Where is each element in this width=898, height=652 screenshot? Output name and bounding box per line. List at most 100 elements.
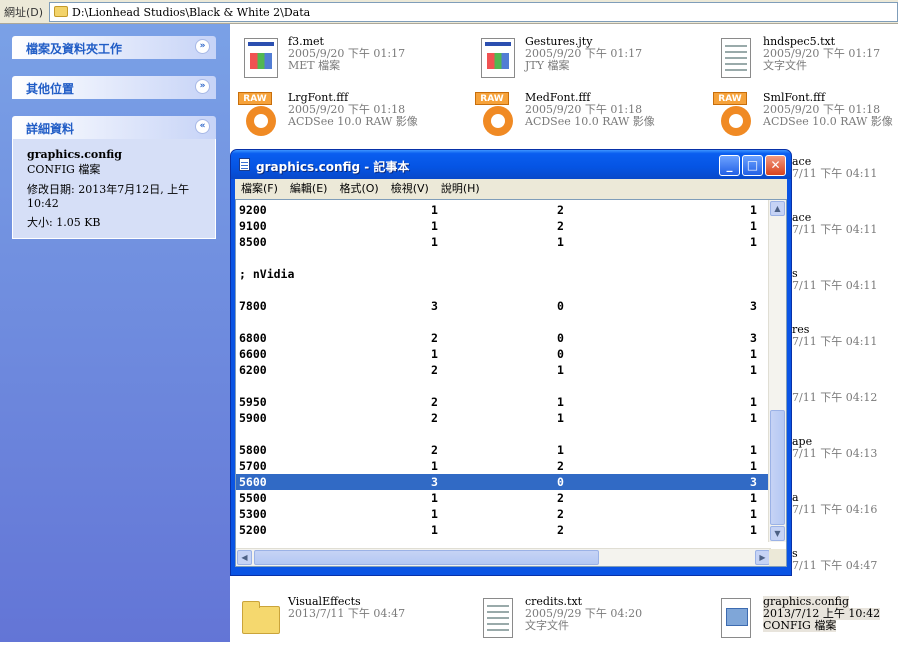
line-column-3: 3 [750, 331, 757, 345]
menu-format[interactable]: 格式(O) [339, 179, 378, 199]
menu-help[interactable]: 說明(H) [441, 179, 480, 199]
text-line[interactable]: 6600 1 0 1 [236, 346, 770, 362]
text-line[interactable]: 9100 1 2 1 [236, 218, 770, 234]
line-column-1: 1 [431, 347, 438, 361]
win-app-icon [238, 36, 282, 84]
minimize-button[interactable]: _ [719, 155, 740, 176]
line-column-2: 2 [557, 523, 564, 537]
file-date-partial: 7/11 下午 04:16 [792, 503, 878, 516]
file-item[interactable]: Gestures.jty 2005/9/20 下午 01:17 JTY 檔案 [475, 36, 695, 92]
text-line[interactable]: 5950 2 1 1 [236, 394, 770, 410]
line-column-1: 1 [431, 523, 438, 537]
address-label: 網址(D) [4, 6, 44, 19]
line-column-3: 1 [750, 459, 757, 473]
file-date: 2013/7/11 下午 04:47 [288, 607, 406, 620]
file-date-partial: 7/11 下午 04:11 [792, 167, 878, 180]
address-field[interactable]: D:\Lionhead Studios\Black & White 2\Data [49, 2, 898, 22]
scroll-right-icon[interactable]: ▶ [755, 550, 770, 565]
text-line[interactable]: 5800 2 1 1 [236, 442, 770, 458]
horizontal-scrollbar[interactable]: ◀ ▶ [236, 548, 771, 566]
text-line[interactable]: 8500 1 1 1 [236, 234, 770, 250]
file-item[interactable]: credits.txt 2005/9/29 下午 04:20 文字文件 [475, 596, 695, 652]
chevron-down-icon[interactable]: » [195, 79, 210, 94]
text-line[interactable] [236, 250, 770, 266]
maximize-button[interactable]: □ [742, 155, 763, 176]
horizontal-scroll-thumb[interactable] [254, 550, 599, 565]
line-column-3: 3 [750, 299, 757, 313]
text-line[interactable] [236, 282, 770, 298]
line-column-1: 3 [431, 475, 438, 489]
text-line[interactable]: 5500 1 2 1 [236, 490, 770, 506]
text-line[interactable]: 5200 1 2 1 [236, 522, 770, 538]
menu-edit[interactable]: 編輯(E) [290, 179, 328, 199]
text-line-selected[interactable]: 5600 3 0 3 [236, 474, 770, 490]
text-line[interactable]: 6200 2 1 1 [236, 362, 770, 378]
address-path[interactable]: D:\Lionhead Studios\Black & White 2\Data [72, 6, 310, 19]
notepad-editor[interactable]: 9200 1 2 1 9100 1 2 1 8500 1 1 1; nVidia 7800 3 0 3 6800… [235, 199, 787, 567]
line-column-1: 3 [431, 299, 438, 313]
file-date-partial: 7/11 下午 04:12 [792, 391, 878, 404]
notepad-window[interactable]: graphics.config - 記事本 _ □ ✕ 檔案(F) 編輯(E) 格式… [230, 149, 792, 576]
file-date-partial: 7/11 下午 04:11 [792, 279, 878, 292]
text-line[interactable] [236, 314, 770, 330]
line-column-0: ; nVidia [239, 267, 295, 281]
file-date-partial: 7/11 下午 04:13 [792, 447, 878, 460]
scroll-down-icon[interactable]: ▼ [770, 526, 785, 541]
line-column-2: 1 [557, 235, 564, 249]
vertical-scroll-thumb[interactable] [770, 410, 785, 525]
raw-image-icon: RAW [471, 92, 515, 140]
line-column-3: 1 [750, 347, 757, 361]
task-group-header[interactable]: 詳細資料 « [12, 116, 216, 139]
file-item[interactable]: f3.met 2005/9/20 下午 01:17 MET 檔案 [238, 36, 458, 92]
text-line[interactable]: 5700 1 2 1 [236, 458, 770, 474]
task-group-header[interactable]: 檔案及資料夾工作 » [12, 36, 216, 59]
task-group-file-folder[interactable]: 檔案及資料夾工作 » [12, 36, 216, 59]
line-column-2: 0 [557, 347, 564, 361]
file-item[interactable]: RAW LrgFont.fff 2005/9/20 下午 01:18 ACDSe… [234, 92, 454, 148]
chevron-up-icon[interactable]: « [195, 119, 210, 134]
line-column-1: 1 [431, 235, 438, 249]
line-column-0: 8500 [239, 235, 267, 249]
line-column-3: 1 [750, 507, 757, 521]
file-date-partial: 7/11 下午 04:47 [792, 559, 878, 572]
text-line[interactable]: 7800 3 0 3 [236, 298, 770, 314]
details-modified: 修改日期: 2013年7月12日, 上午 10:42 [27, 183, 190, 210]
file-item-selected[interactable]: graphics.config 2013/7/12 上午 10:42 CONFI… [713, 596, 898, 652]
file-item[interactable]: RAW SmlFont.fff 2005/9/20 下午 01:18 ACDSe… [709, 92, 898, 148]
vertical-scrollbar[interactable]: ▲ ▼ [768, 200, 786, 542]
close-button[interactable]: ✕ [765, 155, 786, 176]
line-column-0: 5950 [239, 395, 267, 409]
task-group-other-places[interactable]: 其他位置 » [12, 76, 216, 99]
text-line[interactable]: 5900 2 1 1 [236, 410, 770, 426]
menu-view[interactable]: 檢視(V) [391, 179, 429, 199]
line-column-0: 5200 [239, 523, 267, 537]
text-line[interactable] [236, 426, 770, 442]
line-column-3: 1 [750, 363, 757, 377]
text-line[interactable]: 5300 1 2 1 [236, 506, 770, 522]
line-column-2: 2 [557, 491, 564, 505]
line-column-0: 5300 [239, 507, 267, 521]
raw-image-icon: RAW [234, 92, 278, 140]
editor-text-area[interactable]: 9200 1 2 1 9100 1 2 1 8500 1 1 1; nVidia 7800 3 0 3 6800… [236, 202, 770, 544]
line-column-2: 0 [557, 331, 564, 345]
task-group-header[interactable]: 其他位置 » [12, 76, 216, 99]
task-group-title: 檔案及資料夾工作 [26, 42, 123, 56]
line-column-0: 5600 [239, 475, 267, 489]
scroll-left-icon[interactable]: ◀ [237, 550, 252, 565]
scroll-up-icon[interactable]: ▲ [770, 201, 785, 216]
text-line[interactable]: 6800 2 0 3 [236, 330, 770, 346]
notepad-menubar: 檔案(F) 編輯(E) 格式(O) 檢視(V) 說明(H) [235, 179, 787, 199]
text-line[interactable]: ; nVidia [236, 266, 770, 282]
notepad-titlebar[interactable]: graphics.config - 記事本 _ □ ✕ [231, 150, 791, 179]
file-item[interactable]: VisualEffects 2013/7/11 下午 04:47 [238, 596, 458, 652]
text-line[interactable] [236, 378, 770, 394]
text-line[interactable]: 9200 1 2 1 [236, 202, 770, 218]
chevron-down-icon[interactable]: » [195, 39, 210, 54]
task-group-details[interactable]: 詳細資料 « graphics.config CONFIG 檔案 修改日期: 2… [12, 116, 216, 239]
task-pane: 檔案及資料夾工作 » 其他位置 » 詳細資料 « graphics.config… [0, 24, 230, 642]
menu-file[interactable]: 檔案(F) [241, 179, 278, 199]
line-column-3: 1 [750, 395, 757, 409]
folder-icon [238, 596, 282, 644]
file-item[interactable]: RAW MedFont.fff 2005/9/20 下午 01:18 ACDSe… [471, 92, 691, 148]
file-item[interactable]: hndspec5.txt 2005/9/20 下午 01:17 文字文件 [713, 36, 898, 92]
